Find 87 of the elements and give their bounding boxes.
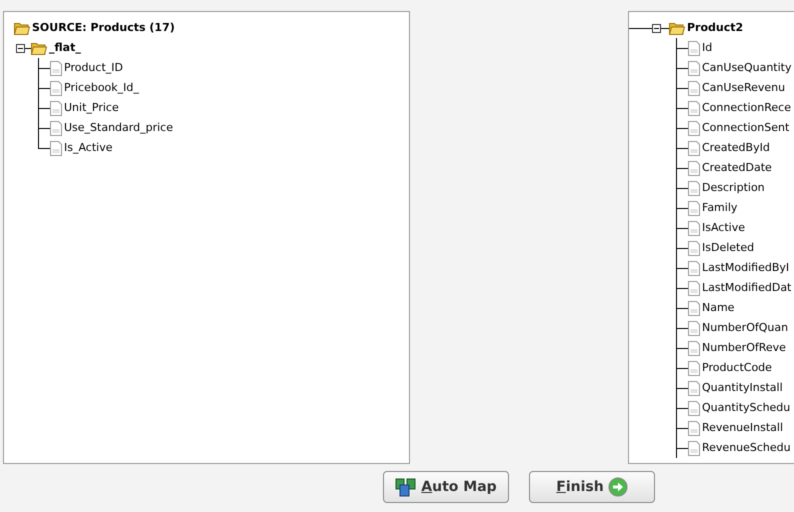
file-icon — [688, 140, 700, 156]
tree-label[interactable]: Product2 — [685, 18, 746, 38]
tree-line — [676, 158, 688, 178]
file-icon — [50, 140, 62, 156]
auto-map-button[interactable]: Auto Map — [383, 471, 509, 503]
tree-line — [676, 78, 688, 98]
tree-label[interactable]: Family — [700, 198, 740, 218]
tree-label[interactable]: Unit_Price — [62, 98, 121, 118]
folder-icon — [669, 21, 685, 35]
file-icon — [688, 280, 700, 296]
tree-line — [676, 198, 688, 218]
tree-label[interactable]: ConnectionSent — [700, 118, 792, 138]
tree-line — [676, 298, 688, 318]
file-icon — [50, 80, 62, 96]
tree-line — [38, 98, 50, 118]
file-icon — [688, 260, 700, 276]
file-icon — [688, 320, 700, 336]
file-icon — [688, 220, 700, 236]
tree-line — [676, 258, 688, 278]
tree-label[interactable]: LastModifiedDat — [700, 278, 794, 298]
tree-line — [676, 98, 688, 118]
tree-label[interactable]: Is_Active — [62, 138, 115, 158]
tree-label[interactable]: CanUseQuantity — [700, 58, 794, 78]
tree-line — [676, 218, 688, 238]
folder-icon — [31, 41, 47, 55]
finish-button[interactable]: Finish — [529, 471, 655, 503]
file-icon — [50, 120, 62, 136]
file-icon — [688, 160, 700, 176]
tree-label[interactable]: NumberOfReve — [700, 338, 788, 358]
tree-line — [38, 58, 50, 78]
tree-label[interactable]: IsDeleted — [700, 238, 756, 258]
file-icon — [688, 80, 700, 96]
collapse-icon[interactable] — [652, 24, 661, 32]
file-icon — [688, 420, 700, 436]
file-icon — [688, 40, 700, 56]
collapse-icon[interactable] — [16, 44, 25, 52]
tree-label[interactable]: LastModifiedByI — [700, 258, 792, 278]
tree-label[interactable]: CreatedById — [700, 138, 772, 158]
file-icon — [688, 360, 700, 376]
file-icon — [688, 380, 700, 396]
tree-label[interactable]: QuantitySchedu — [700, 398, 792, 418]
tree-line — [676, 338, 688, 358]
tree-line — [676, 278, 688, 298]
tree-label[interactable]: IsActive — [700, 218, 748, 238]
tree-label[interactable]: ProductCode — [700, 358, 774, 378]
tree-line — [676, 178, 688, 198]
tree-line — [676, 438, 688, 458]
file-icon — [688, 120, 700, 136]
file-icon — [50, 100, 62, 116]
tree-label[interactable]: ConnectionRece — [700, 98, 793, 118]
tree-label[interactable]: Id — [700, 38, 714, 58]
file-icon — [50, 60, 62, 76]
tree-line — [676, 38, 688, 58]
file-icon — [688, 100, 700, 116]
tree-line — [676, 318, 688, 338]
mapping-icon — [395, 477, 418, 497]
tree-label[interactable]: Product_ID — [62, 58, 125, 78]
file-icon — [688, 60, 700, 76]
file-icon — [688, 300, 700, 316]
tree-label[interactable]: Pricebook_Id_ — [62, 78, 141, 98]
tree-label[interactable]: Use_Standard_price — [62, 118, 175, 138]
tree-line — [676, 378, 688, 398]
file-icon — [688, 340, 700, 356]
tree-label[interactable]: RevenueInstall — [700, 418, 786, 438]
file-icon — [688, 240, 700, 256]
tree-label[interactable]: QuantityInstall — [700, 378, 785, 398]
tree-label[interactable]: SOURCE: Products (17) — [30, 18, 177, 38]
tree-line — [676, 398, 688, 418]
tree-label[interactable]: _flat_ — [47, 38, 83, 58]
file-icon — [688, 400, 700, 416]
file-icon — [688, 180, 700, 196]
tree-label[interactable]: CreatedDate — [700, 158, 774, 178]
tree-label[interactable]: Name — [700, 298, 736, 318]
file-icon — [688, 440, 700, 456]
file-icon — [688, 200, 700, 216]
tree-line — [38, 78, 50, 98]
tree-label[interactable]: CanUseRevenu — [700, 78, 788, 98]
tree-label[interactable]: RevenueSchedu — [700, 438, 793, 458]
tree-line — [676, 58, 688, 78]
tree-line — [676, 138, 688, 158]
tree-label[interactable]: Description — [700, 178, 767, 198]
tree-line — [676, 358, 688, 378]
folder-icon — [14, 21, 30, 35]
tree-label[interactable]: NumberOfQuan — [700, 318, 790, 338]
tree-line — [676, 418, 688, 438]
tree-line — [676, 118, 688, 138]
tree-line — [676, 238, 688, 258]
